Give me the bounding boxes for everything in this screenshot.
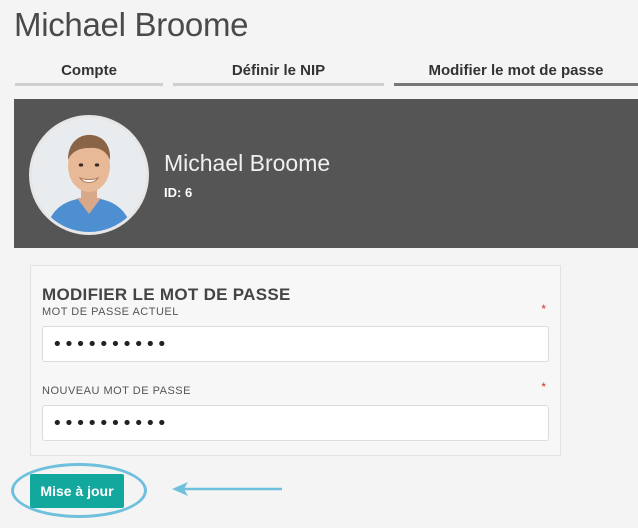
update-button[interactable]: Mise à jour [30, 474, 124, 508]
avatar [29, 115, 149, 235]
profile-banner: Michael Broome ID: 6 [14, 99, 638, 248]
new-password-label: NOUVEAU MOT DE PASSE [42, 385, 191, 397]
tab-account[interactable]: Compte [15, 60, 163, 86]
current-password-label: MOT DE PASSE ACTUEL [42, 306, 179, 318]
tab-change-password[interactable]: Modifier le mot de passe [394, 60, 638, 86]
required-indicator: * [541, 380, 546, 394]
left-arrow-icon [170, 479, 286, 504]
required-indicator: * [541, 302, 546, 316]
page-title: Michael Broome [14, 6, 249, 43]
new-password-input[interactable] [42, 405, 549, 441]
current-password-input[interactable] [42, 326, 549, 362]
form-title: MODIFIER LE MOT DE PASSE [42, 285, 291, 304]
profile-name: Michael Broome [164, 150, 331, 176]
tab-set-pin[interactable]: Définir le NIP [173, 60, 384, 86]
profile-id: ID: 6 [164, 185, 193, 200]
change-password-form: MODIFIER LE MOT DE PASSE MOT DE PASSE AC… [30, 265, 561, 456]
tab-bar: Compte Définir le NIP Modifier le mot de… [0, 60, 638, 86]
